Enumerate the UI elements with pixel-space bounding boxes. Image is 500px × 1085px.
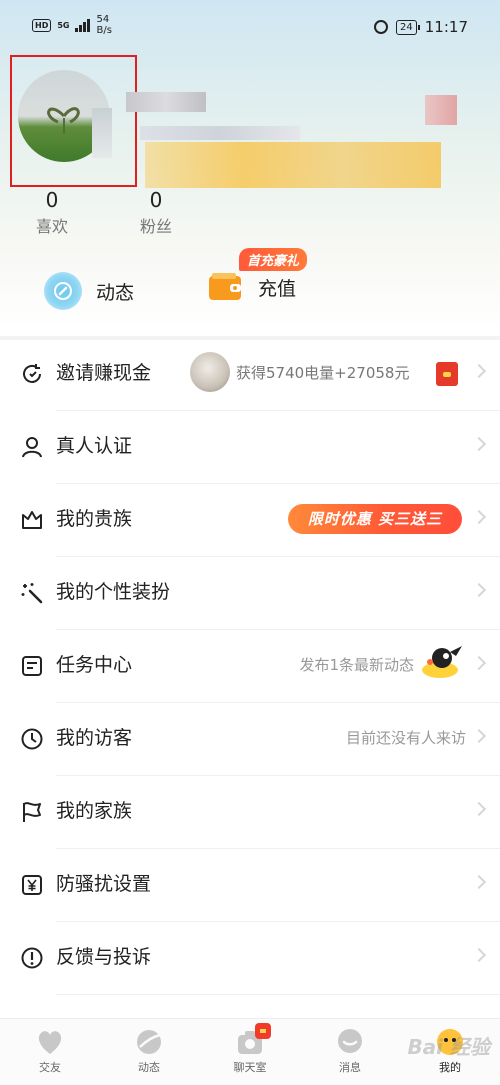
magic-wand-icon (21, 583, 43, 604)
planet-icon (134, 1027, 164, 1057)
chevron-right-icon (471, 582, 487, 598)
chevron-right-icon (471, 655, 487, 671)
family-title: 我的家族 (56, 800, 133, 822)
tab-moments[interactable]: 动态 (119, 1027, 179, 1075)
heart-icon (35, 1027, 65, 1057)
clock-icon (21, 728, 43, 750)
dress-title: 我的个性装扮 (56, 581, 171, 603)
inviter-avatar (190, 352, 230, 392)
blurred-user-id (140, 126, 300, 140)
visitors-title: 我的访客 (56, 727, 133, 749)
nobility-title: 我的贵族 (56, 508, 133, 530)
blurred-username (126, 92, 206, 112)
tab-label: 消息 (339, 1061, 361, 1074)
avatar-highlight-frame (10, 55, 137, 187)
tab-dating[interactable]: 交友 (20, 1027, 80, 1075)
likes-count: 0 (45, 188, 59, 212)
fans-count: 0 (149, 188, 163, 212)
tasks-hint: 发布1条最新动态 (299, 656, 414, 674)
recharge-label: 充值 (258, 277, 297, 300)
likes-stat[interactable]: 0 喜欢 (32, 188, 72, 238)
tasks-title: 任务中心 (56, 654, 133, 676)
speed-unit: B/s (96, 25, 112, 36)
tab-label: 聊天室 (233, 1061, 267, 1074)
chevron-right-icon (471, 801, 487, 817)
invite-reward: 获得5740电量+27058元 (236, 364, 410, 382)
moments-label: 动态 (96, 281, 135, 304)
chevron-right-icon (471, 874, 487, 890)
watermark: Bai 经验 (407, 1035, 490, 1059)
menu-item-tasks[interactable]: 任务中心 发布1条最新动态 (0, 630, 500, 703)
invite-title: 邀请赚现金 (56, 362, 152, 384)
task-list-icon (22, 656, 42, 676)
verify-title: 真人认证 (56, 435, 133, 457)
person-icon (22, 437, 42, 458)
feedback-title: 反馈与投诉 (56, 946, 152, 968)
blurred-badge (425, 95, 457, 125)
tab-chatroom[interactable]: 聊天室 (220, 1023, 280, 1075)
nobility-promo-badge[interactable]: 限时优惠 买三送三 (288, 504, 462, 534)
menu-item-visitors[interactable]: 我的访客 目前还没有人来访 (0, 703, 500, 776)
menu-item-nobility[interactable]: 我的贵族 限时优惠 买三送三 (0, 484, 500, 557)
battery-icon: 24 (396, 19, 420, 35)
antiharass-title: 防骚扰设置 (56, 873, 152, 895)
chevron-right-icon (471, 436, 487, 452)
chevron-right-icon (471, 363, 487, 379)
fans-label: 粉丝 (139, 217, 172, 236)
status-right: 24 11:17 (374, 18, 468, 36)
moments-button[interactable]: 动态 (44, 272, 134, 310)
wallet-icon (208, 272, 244, 302)
status-bar: HD 5G 54 B/s 24 11:17 (0, 0, 500, 58)
tab-label: 我的 (439, 1061, 461, 1074)
status-left: HD 5G 54 B/s (32, 14, 112, 36)
camera-icon (235, 1023, 271, 1057)
row-divider (56, 994, 500, 995)
chat-bubble-icon (335, 1027, 365, 1057)
menu-item-verify[interactable]: 真人认证 (0, 411, 500, 484)
chevron-right-icon (471, 728, 487, 744)
menu-item-family[interactable]: 我的家族 (0, 776, 500, 849)
signal-icon (75, 18, 91, 32)
yuan-shield-icon (22, 875, 42, 895)
mascot-icon (422, 646, 462, 678)
menu-item-dress[interactable]: 我的个性装扮 (0, 557, 500, 630)
recharge-button[interactable]: 充值 (208, 272, 296, 302)
menu-item-antiharass[interactable]: 防骚扰设置 (0, 849, 500, 922)
fans-stat[interactable]: 0 粉丝 (136, 188, 176, 238)
first-recharge-badge: 首充豪礼 (239, 248, 308, 271)
network-type: 5G (57, 20, 70, 30)
tab-label: 动态 (138, 1061, 160, 1074)
hd-indicator: HD (32, 18, 52, 32)
blurred-level-bar (145, 142, 441, 188)
likes-label: 喜欢 (35, 217, 68, 236)
red-packet-icon (436, 362, 458, 386)
crown-icon (22, 511, 42, 529)
visitors-hint: 目前还没有人来访 (345, 729, 466, 747)
speed-value: 54 (96, 14, 110, 25)
alarm-icon (374, 20, 389, 34)
network-speed: 54 B/s (96, 14, 111, 36)
menu-item-invite[interactable]: 邀请赚现金 获得5740电量+27058元 (0, 338, 500, 411)
tab-messages[interactable]: 消息 (320, 1027, 380, 1075)
tab-label: 交友 (39, 1061, 61, 1074)
refresh-cash-icon (23, 364, 41, 383)
menu-item-feedback[interactable]: 反馈与投诉 (0, 922, 500, 995)
clock: 11:17 (424, 18, 468, 36)
compass-icon (44, 272, 82, 310)
red-packet-icon (255, 1023, 271, 1039)
chevron-right-icon (471, 509, 487, 525)
chevron-right-icon (471, 947, 487, 963)
flag-icon (23, 802, 41, 822)
exclamation-icon (21, 947, 43, 969)
